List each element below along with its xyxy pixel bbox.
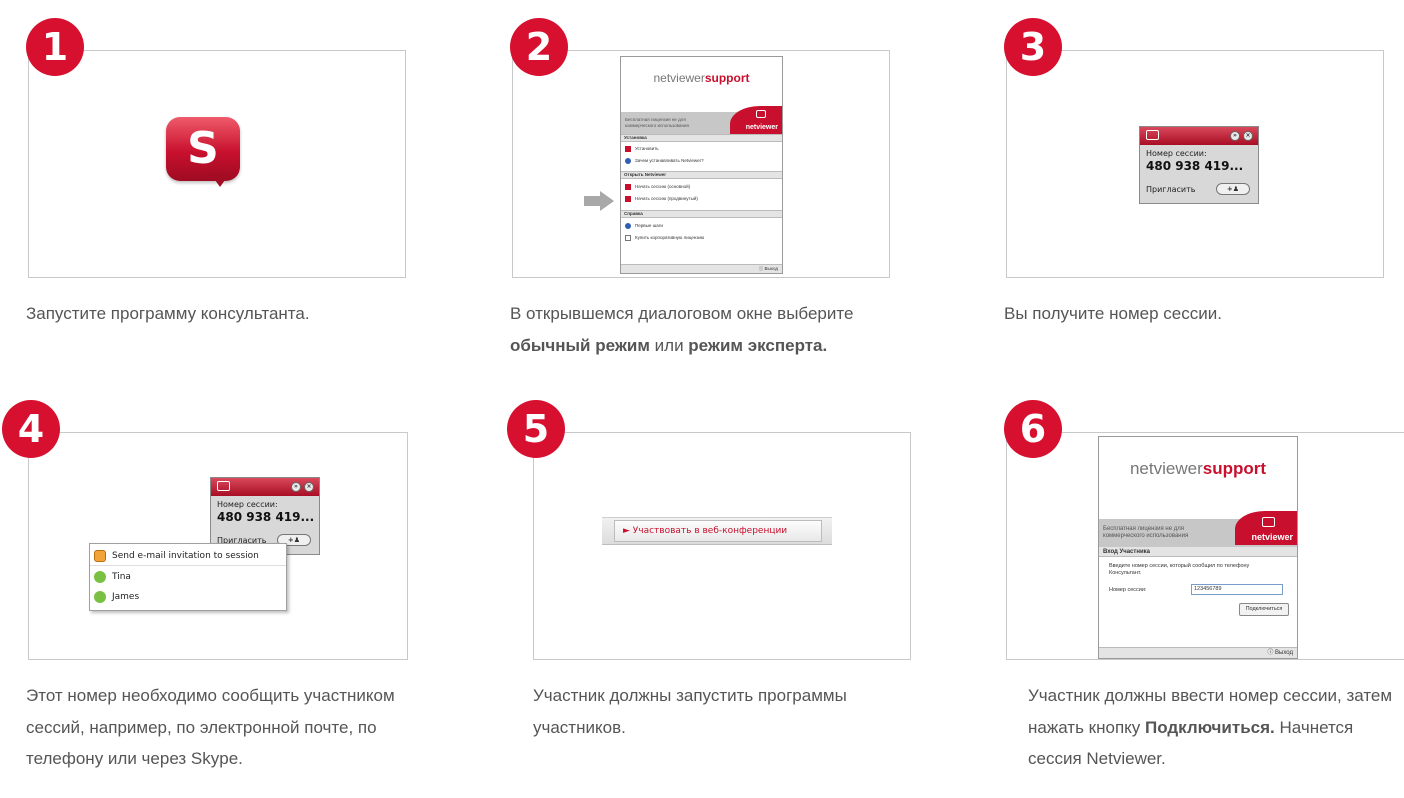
menu-item-install[interactable]: Установить [625, 146, 659, 152]
exit-link[interactable]: ⓘ Выход [1099, 647, 1297, 658]
session-widget-header: » × [1140, 127, 1258, 145]
netviewer-brand: netviewer [1235, 511, 1297, 545]
help-icon [625, 223, 631, 229]
join-webconference-button[interactable]: ► Участвовать в веб-конференции [614, 520, 822, 542]
step-5-caption: Участник должны запустить программы учас… [533, 686, 847, 737]
skype-contact-icon [94, 571, 106, 583]
step-number-2: 2 [510, 18, 568, 76]
participant-instructions: Введите номер сессии, который сообщил по… [1109, 563, 1250, 576]
participant-login-section: Вход Участника [1099, 547, 1297, 557]
step-3-caption: Вы получите номер сессии. [1004, 304, 1222, 323]
section-install: Установка [621, 134, 782, 142]
s-letter: S [187, 123, 219, 174]
session-number: 480 938 419... [217, 510, 315, 524]
menu-item-start-basic[interactable]: Начать сессию (основной) [625, 184, 690, 190]
netviewer-participant-window: netviewersupport Бесплатная лицензия не … [1098, 436, 1298, 659]
step-2-caption: В открывшемся диалоговом окне выберите о… [510, 304, 854, 355]
skype-contact-icon [94, 591, 106, 603]
step-5-screenshot: ► Участвовать в веб-конференции [533, 432, 911, 660]
netviewer-support-window: netviewersupport Бесплатная лицензия не … [620, 56, 783, 274]
menu-item-why-install[interactable]: Зачем устанавливать Netviewer? [625, 158, 704, 164]
menu-item-buy-license[interactable]: Купить корпоративную лицензию [625, 235, 704, 241]
session-icon [625, 184, 631, 190]
step-number-3: 3 [1004, 18, 1062, 76]
step-number-4: 4 [2, 400, 60, 458]
step-number-5: 5 [507, 400, 565, 458]
close-icon[interactable]: × [304, 482, 314, 492]
session-widget: » × Номер сессии: 480 938 419... Приглас… [1139, 126, 1259, 204]
netviewer-brand: netviewer [730, 106, 782, 134]
menu-item-first-steps[interactable]: Первые шаги [625, 223, 663, 229]
license-band: Бесплатная лицензия не для коммерческого… [621, 106, 782, 134]
session-number-label: Номер сессии: [1109, 587, 1147, 593]
pointer-arrow-icon [584, 196, 600, 206]
exit-link[interactable]: ⓘ Выход [621, 264, 782, 273]
netviewer-support-logo: netviewersupport [1129, 459, 1267, 478]
license-text: Бесплатная лицензия не для коммерческого… [1103, 526, 1189, 539]
pointer-arrow-head-icon [600, 191, 614, 211]
connect-button[interactable]: Подключиться [1239, 603, 1289, 616]
step-1-caption: Запустите программу консультанта. [26, 304, 310, 323]
invite-label: Пригласить [1146, 185, 1196, 194]
menu-item-contact-tina[interactable]: Tina [90, 567, 286, 587]
chat-bubble-icon [1146, 130, 1159, 140]
step-number-1: 1 [26, 18, 84, 76]
brand-bubble-icon [1262, 517, 1275, 527]
close-icon[interactable]: × [1243, 131, 1253, 141]
step-4-caption: Этот номер необходимо сообщить участнико… [26, 686, 395, 768]
section-open: Открыть Netviewer [621, 171, 782, 179]
cart-icon [625, 235, 631, 241]
session-number-input[interactable]: 123456789 [1191, 584, 1283, 595]
chat-bubble-icon [217, 481, 230, 491]
step-6-caption: Участник должны ввести номер сессии, зат… [1028, 686, 1393, 768]
session-icon [625, 196, 631, 202]
menu-item-contact-james[interactable]: James [90, 587, 286, 607]
license-text: Бесплатная лицензия не для коммерческого… [625, 117, 689, 128]
netviewer-support-logo: netviewersupport [653, 71, 750, 85]
session-label: Номер сессии: [217, 500, 278, 509]
forward-icon[interactable]: » [291, 482, 301, 492]
session-number: 480 938 419... [1146, 159, 1244, 173]
menu-item-start-advanced[interactable]: Начать сессию (продвинутый) [625, 196, 698, 202]
invite-popup-menu: Send e-mail invitation to session Tina J… [89, 543, 287, 611]
help-icon [625, 158, 631, 164]
menu-item-email-invite[interactable]: Send e-mail invitation to session [90, 546, 286, 566]
step-2-screenshot: netviewersupport Бесплатная лицензия не … [512, 50, 890, 278]
step-3-screenshot: » × Номер сессии: 480 938 419... Приглас… [1006, 50, 1384, 278]
section-help: Справка [621, 210, 782, 218]
join-toolbar: ► Участвовать в веб-конференции [602, 517, 832, 545]
brand-bubble-icon [756, 110, 766, 118]
step-4-screenshot: » × Номер сессии: 480 938 419... Приглас… [28, 432, 408, 660]
step-1-screenshot: S [28, 50, 406, 278]
session-widget-header: » × [211, 478, 319, 496]
session-label: Номер сессии: [1146, 149, 1207, 158]
clock-mail-icon [94, 550, 106, 562]
add-participant-button[interactable]: +♟ [1216, 183, 1250, 195]
step-number-6: 6 [1004, 400, 1062, 458]
install-icon [625, 146, 631, 152]
forward-icon[interactable]: » [1230, 131, 1240, 141]
step-6-screenshot: netviewersupport Бесплатная лицензия не … [1006, 432, 1404, 660]
license-band: Бесплатная лицензия не для коммерческого… [1099, 511, 1297, 547]
netviewer-s-app-icon: S [166, 117, 240, 191]
